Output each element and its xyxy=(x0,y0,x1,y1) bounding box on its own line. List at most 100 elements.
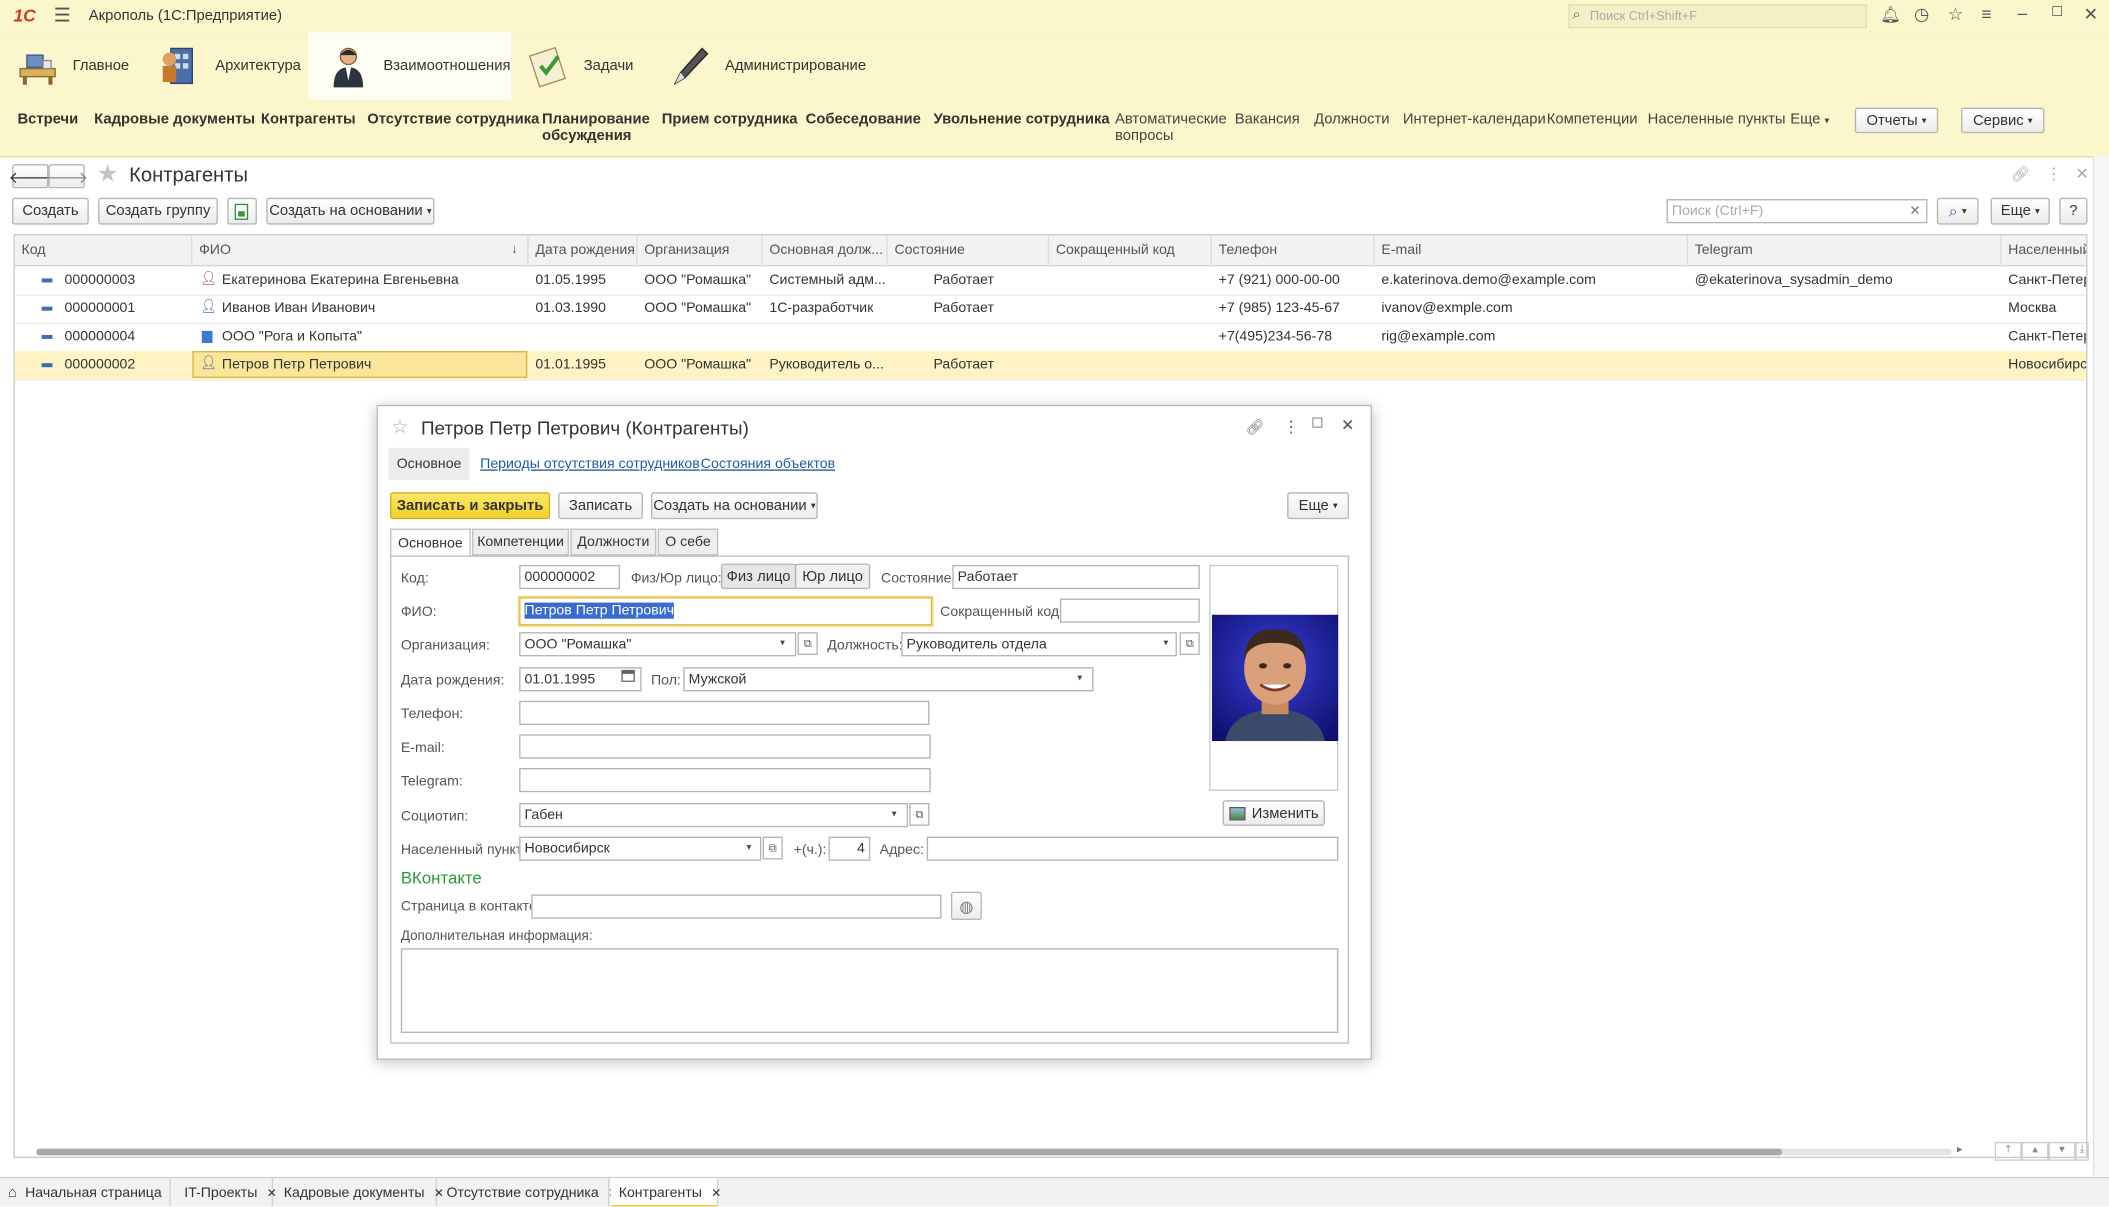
window-tab-it-projects[interactable]: IT-Проекты ✕ xyxy=(176,1178,277,1207)
nav-tab-states-link[interactable]: Состояния объектов xyxy=(701,456,835,472)
close-form-icon[interactable]: ✕ xyxy=(2075,164,2089,183)
scroll-down-icon[interactable]: ▾ xyxy=(2048,1141,2076,1161)
col-email[interactable]: E-mail xyxy=(1375,235,1689,265)
reports-button[interactable]: Отчеты ▾ xyxy=(1854,107,1939,134)
fio-field[interactable]: Петров Петр Петрович xyxy=(519,597,933,626)
position-open-button[interactable]: ⧉ xyxy=(1179,632,1200,656)
section-architecture[interactable]: Архитектура xyxy=(156,32,301,99)
col-birth[interactable]: Дата рождения xyxy=(529,235,638,265)
col-fio[interactable]: ФИО ↓ xyxy=(192,235,529,265)
close-icon[interactable]: ✕ xyxy=(711,1186,721,1199)
tab-competencies[interactable]: Компетенции xyxy=(472,528,569,556)
nav-settlements[interactable]: Населенные пункты xyxy=(1648,112,1786,128)
scroll-first-icon[interactable]: ⤒ xyxy=(1994,1141,2022,1161)
table-row[interactable]: 000000003 👤︎ Екатеринова Екатерина Евген… xyxy=(14,266,2086,296)
section-admin[interactable]: Администрирование xyxy=(666,32,866,99)
horizontal-scrollbar[interactable] xyxy=(36,1148,1952,1156)
section-tasks[interactable]: Задачи xyxy=(525,32,633,99)
socio-dropdown-icon[interactable] xyxy=(892,808,897,819)
col-state[interactable]: Состояние xyxy=(888,235,1050,265)
forward-button[interactable]: 🡒 xyxy=(45,164,88,189)
org-open-button[interactable]: ⧉ xyxy=(797,632,818,656)
tz-field[interactable]: 4 xyxy=(828,836,871,861)
extra-textarea[interactable] xyxy=(400,948,1339,1033)
create-based-button[interactable]: Создать на основании ▾ xyxy=(266,197,435,225)
col-short-code[interactable]: Сокращенный код xyxy=(1049,235,1212,265)
save-button[interactable]: Записать xyxy=(558,492,643,520)
maximize-icon[interactable]: ☐ xyxy=(2051,5,2063,20)
window-tab-home[interactable]: ⌂ Начальная страница xyxy=(0,1178,171,1207)
window-tab-hr-documents[interactable]: Кадровые документы ✕ xyxy=(276,1178,444,1207)
socio-field[interactable]: Габен xyxy=(519,802,908,828)
nav-vacancy[interactable]: Вакансия xyxy=(1235,112,1300,128)
nav-counterparties[interactable]: Контрагенты xyxy=(261,112,356,128)
create-group-button[interactable]: Создать группу xyxy=(98,197,218,225)
telegram-field[interactable] xyxy=(519,768,931,793)
tab-main[interactable]: Основное xyxy=(390,528,471,557)
nav-auto-questions[interactable]: Автоматические вопросы xyxy=(1115,112,1227,144)
nav-tab-absence-link[interactable]: Периоды отсутствия сотрудников xyxy=(480,456,700,472)
dialog-star-icon[interactable]: ☆ xyxy=(391,416,408,439)
link-icon[interactable]: 🔗︎ xyxy=(2011,165,2030,183)
service-button[interactable]: Сервис ▾ xyxy=(1961,107,2045,134)
dialog-maximize-icon[interactable]: ☐ xyxy=(1311,417,1323,432)
window-tab-absence[interactable]: Отсутствие сотрудника ✕ xyxy=(438,1178,618,1207)
nav-planning[interactable]: Планирование обсуждения xyxy=(542,112,650,144)
nav-tab-main[interactable]: Основное xyxy=(388,447,470,481)
vk-open-button[interactable]: ◍ xyxy=(950,891,982,921)
legal-entity-toggle[interactable]: Юр лицо xyxy=(794,563,871,590)
city-field[interactable]: Новосибирск xyxy=(519,836,762,861)
change-photo-button[interactable]: Изменить xyxy=(1222,800,1325,826)
more-button[interactable]: Еще ▾ xyxy=(1990,197,2050,225)
scroll-up-icon[interactable]: ▴ xyxy=(2021,1141,2049,1161)
more-vert-icon[interactable]: ⋮ xyxy=(2046,164,2062,183)
address-field[interactable] xyxy=(926,836,1339,861)
star-icon[interactable]: ☆ xyxy=(1948,4,1964,26)
nav-hr-documents[interactable]: Кадровые документы xyxy=(94,112,255,128)
close-icon[interactable]: ✕ xyxy=(2083,4,2098,26)
back-button[interactable]: 🡐 xyxy=(9,164,52,189)
section-relations[interactable]: Взаимоотношения xyxy=(308,32,512,100)
menu-icon[interactable]: ☰ xyxy=(54,4,71,27)
gender-dropdown-icon[interactable] xyxy=(1077,673,1082,684)
list-search-input[interactable]: Поиск (Ctrl+F) ✕ xyxy=(1666,199,1928,224)
nav-hiring[interactable]: Прием сотрудника xyxy=(662,112,798,128)
settings-lines-icon[interactable]: ≡ xyxy=(1981,4,1991,24)
col-code[interactable]: Код xyxy=(15,235,193,265)
dialog-link-icon[interactable]: 🔗︎ xyxy=(1245,418,1264,436)
nav-meetings[interactable]: Встречи xyxy=(17,112,78,128)
email-field[interactable] xyxy=(519,734,931,759)
tab-positions[interactable]: Должности xyxy=(570,528,657,556)
help-button[interactable]: ? xyxy=(2059,197,2088,225)
save-close-button[interactable]: Записать и закрыть xyxy=(390,492,551,520)
short-code-field[interactable] xyxy=(1059,598,1200,623)
window-tab-counterparties[interactable]: Контрагенты ✕ xyxy=(610,1178,721,1207)
col-position[interactable]: Основная долж... xyxy=(763,235,888,265)
search-button[interactable]: ⌕ ▾ xyxy=(1936,197,1979,225)
scrollbar-thumb[interactable] xyxy=(36,1148,1783,1156)
nav-more[interactable]: Еще ▾ xyxy=(1790,112,1829,131)
city-open-button[interactable]: ⧉ xyxy=(762,836,783,860)
calendar-icon[interactable] xyxy=(621,669,635,682)
city-dropdown-icon[interactable] xyxy=(746,842,751,853)
table-row[interactable]: 000000001 👤︎ Иванов Иван Иванович 01.03.… xyxy=(14,295,2087,325)
dialog-close-icon[interactable]: ✕ xyxy=(1341,416,1355,435)
state-field[interactable]: Работает xyxy=(952,564,1200,590)
table-row[interactable]: 000000004 ООО "Рога и Копыта" +7(495)234… xyxy=(14,323,2086,353)
col-city[interactable]: Населенный xyxy=(2001,235,2086,265)
print-button[interactable] xyxy=(227,197,257,225)
physical-person-toggle[interactable]: Физ лицо xyxy=(720,563,797,590)
position-dropdown-icon[interactable] xyxy=(1163,638,1168,649)
vk-page-field[interactable] xyxy=(531,894,942,919)
history-icon[interactable]: ◷ xyxy=(1914,4,1929,26)
nav-dismissal[interactable]: Увольнение сотрудника xyxy=(933,112,1109,128)
org-field[interactable]: ООО "Ромашка" xyxy=(519,632,797,657)
gender-field[interactable]: Мужской xyxy=(683,667,1094,692)
position-field[interactable]: Руководитель отдела xyxy=(901,632,1177,657)
nav-absence[interactable]: Отсутствие сотрудника xyxy=(367,112,539,128)
dialog-create-based-button[interactable]: Создать на основании ▾ xyxy=(650,492,818,520)
dialog-more-vert-icon[interactable]: ⋮ xyxy=(1283,417,1299,436)
nav-competencies[interactable]: Компетенции xyxy=(1547,112,1638,128)
bell-icon[interactable]: 🔔︎ xyxy=(1880,5,1900,24)
dialog-more-button[interactable]: Еще ▾ xyxy=(1287,492,1350,520)
